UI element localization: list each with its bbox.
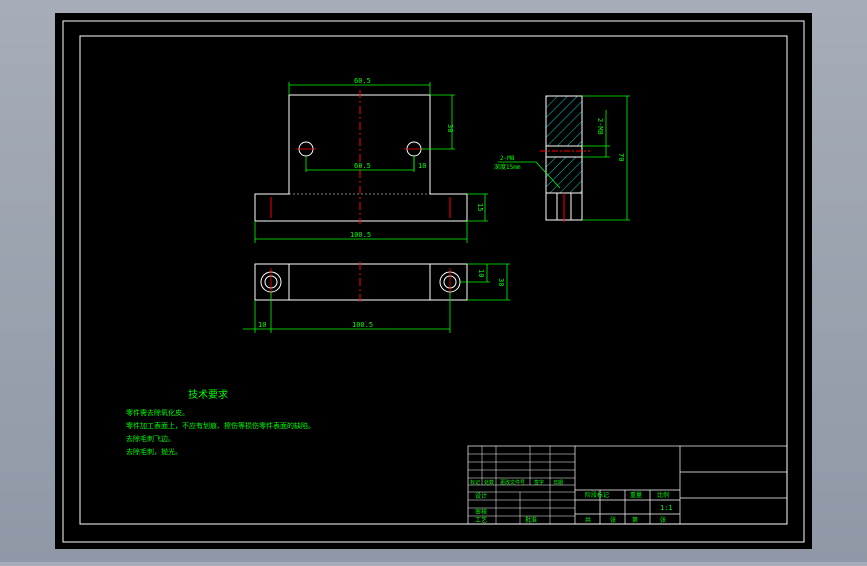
dim-hole-spacing: 60.5 — [354, 162, 371, 170]
tb-label-count: 处数 — [484, 479, 494, 486]
tb-label-total: 共 — [585, 516, 591, 524]
tech-req-title: 技术要求 — [188, 388, 228, 401]
tb-label-review: 审核 — [475, 508, 487, 516]
dim-overall: 70 — [617, 153, 625, 161]
tech-req-line-4: 去除毛刺，抛光。 — [126, 447, 182, 456]
side-view-hatch-upper — [546, 96, 582, 146]
tb-label-date: 日期 — [553, 480, 563, 486]
side-view-hatch-lower — [546, 157, 582, 193]
tb-label-sheets-1: 张 — [610, 516, 616, 524]
dim-top-dim: 2-M8 — [596, 118, 604, 135]
tb-scale-value: 1:1 — [660, 504, 673, 512]
model-space-background — [55, 13, 812, 549]
tech-req-line-1: 零件需去除氧化皮。 — [126, 408, 189, 417]
tb-label-change: 更改文件号 — [500, 479, 525, 486]
tb-label-scale: 比例 — [657, 491, 669, 499]
tb-label-sheets-2: 张 — [660, 516, 666, 524]
dim-overall-width: 100.5 — [350, 231, 371, 239]
tb-label-craft: 工艺 — [475, 516, 487, 524]
tb-label-approve: 批准 — [525, 516, 537, 524]
tb-label-mark: 标记 — [470, 479, 480, 486]
tb-label-weight: 重量 — [630, 491, 642, 499]
tb-label-design: 设计 — [475, 492, 487, 500]
tech-req-line-3: 去除毛刺飞边。 — [126, 434, 175, 443]
cad-viewport[interactable]: 60.5 60.5 30 10 15 100.5 10 100.5 10 30 … — [0, 0, 867, 562]
dim-right-height: 30 — [446, 124, 454, 132]
dim-length: 100.5 — [352, 321, 373, 329]
cad-drawing: 60.5 60.5 30 10 15 100.5 10 100.5 10 30 … — [55, 13, 812, 549]
dim-outer-height: 30 — [497, 278, 505, 286]
tech-req-line-2: 零件加工表面上，不应有划痕、擦伤等损伤零件表面的缺陷。 — [126, 421, 315, 430]
dim-base-height: 15 — [476, 203, 484, 211]
dim-hole-offset: 10 — [418, 162, 426, 170]
leader-line-2: 深度15mm — [494, 163, 521, 171]
dim-top-width: 60.5 — [354, 77, 371, 85]
dim-inner-height: 10 — [477, 269, 485, 277]
dim-left-offset: 10 — [258, 321, 266, 329]
tb-label-page: 第 — [632, 516, 638, 524]
leader-line-1: 2-M8 — [500, 155, 515, 162]
tb-label-sign: 签字 — [534, 479, 544, 486]
tb-label-stage: 阶段标记 — [585, 491, 609, 499]
